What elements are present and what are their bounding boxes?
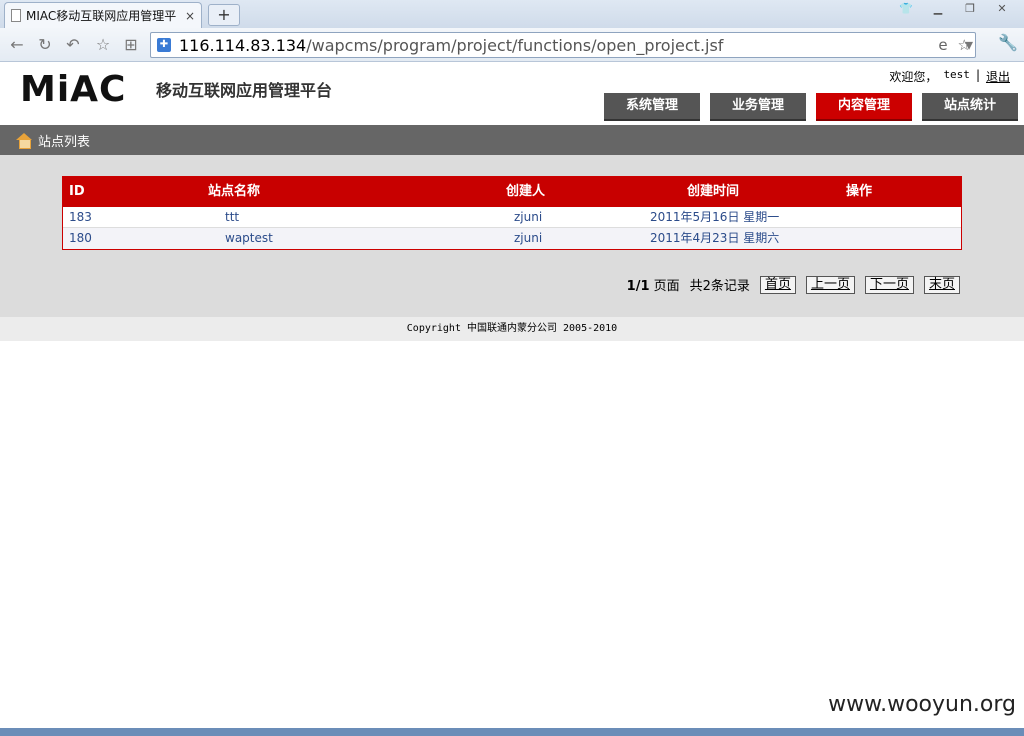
watermark: www.wooyun.org [828,692,1016,717]
next-page-button[interactable]: 下一页 [864,275,914,294]
brand-title: 移动互联网应用管理平台 [156,81,333,100]
new-tab-button[interactable]: + [208,4,240,26]
welcome-text: 欢迎您， [889,70,938,84]
table-row[interactable]: 180 waptest zjuni 2011年4月23日 星期六 [63,228,961,249]
url-path: /wapcms/program/project/functions/open_p… [306,35,724,55]
browser-toolbar: ← ↻ ↶ ☆ ⊞ ✚ 116.114.83.134/wapcms/progra… [0,28,1024,62]
minimize-icon[interactable]: ▁ [924,0,952,18]
menu-business[interactable]: 业务管理 [710,93,806,121]
column-header-created: 创建时间 [687,184,740,199]
page-indicator: 1/1 页面 [627,275,680,294]
cell-created: 2011年5月16日 星期一 [650,210,780,224]
footer: Copyright 中国联通内蒙分公司 2005-2010 [0,317,1024,341]
welcome-bar: 欢迎您， test | 退出 [889,68,1010,85]
cell-id: 183 [69,210,92,224]
separator: | [975,68,980,82]
browser-tab-strip: MIAC移动互联网应用管理平 × + 👕 ▁ ❐ ✕ [0,0,1024,28]
last-page-button[interactable]: 末页 [923,275,960,294]
site-table: ID 站点名称 创建人 创建时间 操作 183 ttt zjuni 2011年5… [62,176,962,250]
window-controls: 👕 ▁ ❐ ✕ [892,0,1016,18]
browser-tab[interactable]: MIAC移动互联网应用管理平 × [4,2,202,28]
logout-link[interactable]: 退出 [986,68,1010,85]
table-row[interactable]: 183 ttt zjuni 2011年5月16日 星期一 [63,207,961,228]
pagination: 1/1 页面 共2条记录 首页 上一页 下一页 末页 [627,275,960,294]
main-content: ID 站点名称 创建人 创建时间 操作 183 ttt zjuni 2011年5… [0,155,1024,317]
home-icon [16,133,32,149]
page-number: 1/1 [626,279,650,294]
security-shield-icon: ✚ [157,38,171,52]
miac-logo: MiAC [20,69,127,110]
page-label: 页面 [653,279,680,294]
menu-content[interactable]: 内容管理 [816,93,912,121]
prev-page-button[interactable]: 上一页 [805,275,855,294]
breadcrumb-label: 站点列表 [38,134,91,150]
wrench-icon[interactable]: 🔧 [998,33,1018,52]
cell-name[interactable]: waptest [225,228,273,249]
cell-created: 2011年4月23日 星期六 [650,231,780,245]
cell-creator: zjuni [514,231,543,245]
tab-close-icon[interactable]: × [185,9,195,23]
url-text[interactable]: 116.114.83.134/wapcms/program/project/fu… [179,36,723,55]
cell-id: 180 [69,231,92,245]
username: test [943,68,970,81]
cell-creator: zjuni [514,210,543,224]
star-icon[interactable]: ☆ [92,34,114,56]
shirt-icon[interactable]: 👕 [892,0,920,18]
url-host: 116.114.83.134 [179,35,307,55]
grid-icon[interactable]: ⊞ [120,34,142,56]
back-icon[interactable]: ← [6,34,28,56]
column-header-id: ID [69,184,85,199]
ie-icon[interactable]: e [938,36,947,54]
cell-name[interactable]: ttt [225,207,239,228]
main-menu: 系统管理 业务管理 内容管理 站点统计 [604,93,1018,121]
address-bar[interactable]: ✚ 116.114.83.134/wapcms/program/project/… [150,32,976,58]
taskbar [0,728,1024,736]
column-header-name: 站点名称 [208,184,261,199]
dropdown-icon[interactable]: ▾ [958,34,980,56]
first-page-button[interactable]: 首页 [759,275,796,294]
menu-system[interactable]: 系统管理 [604,93,700,121]
column-header-creator: 创建人 [506,184,546,199]
restore-icon[interactable]: ❐ [956,0,984,18]
web-page: MiAC 移动互联网应用管理平台 欢迎您， test | 退出 系统管理 业务管… [0,63,1024,736]
undo-icon[interactable]: ↶ [62,34,84,56]
close-window-icon[interactable]: ✕ [988,0,1016,18]
column-header-action: 操作 [846,184,873,199]
tab-title: MIAC移动互联网应用管理平 [26,9,177,23]
screen: MIAC移动互联网应用管理平 × + 👕 ▁ ❐ ✕ ← ↻ ↶ ☆ ⊞ ✚ 1… [0,0,1024,736]
table-header: ID 站点名称 创建人 创建时间 操作 [63,177,961,207]
record-count: 共2条记录 [689,279,750,294]
breadcrumb: 站点列表 [0,125,1024,155]
page-icon [11,9,21,22]
menu-stats[interactable]: 站点统计 [922,93,1018,121]
reload-icon[interactable]: ↻ [34,34,56,56]
